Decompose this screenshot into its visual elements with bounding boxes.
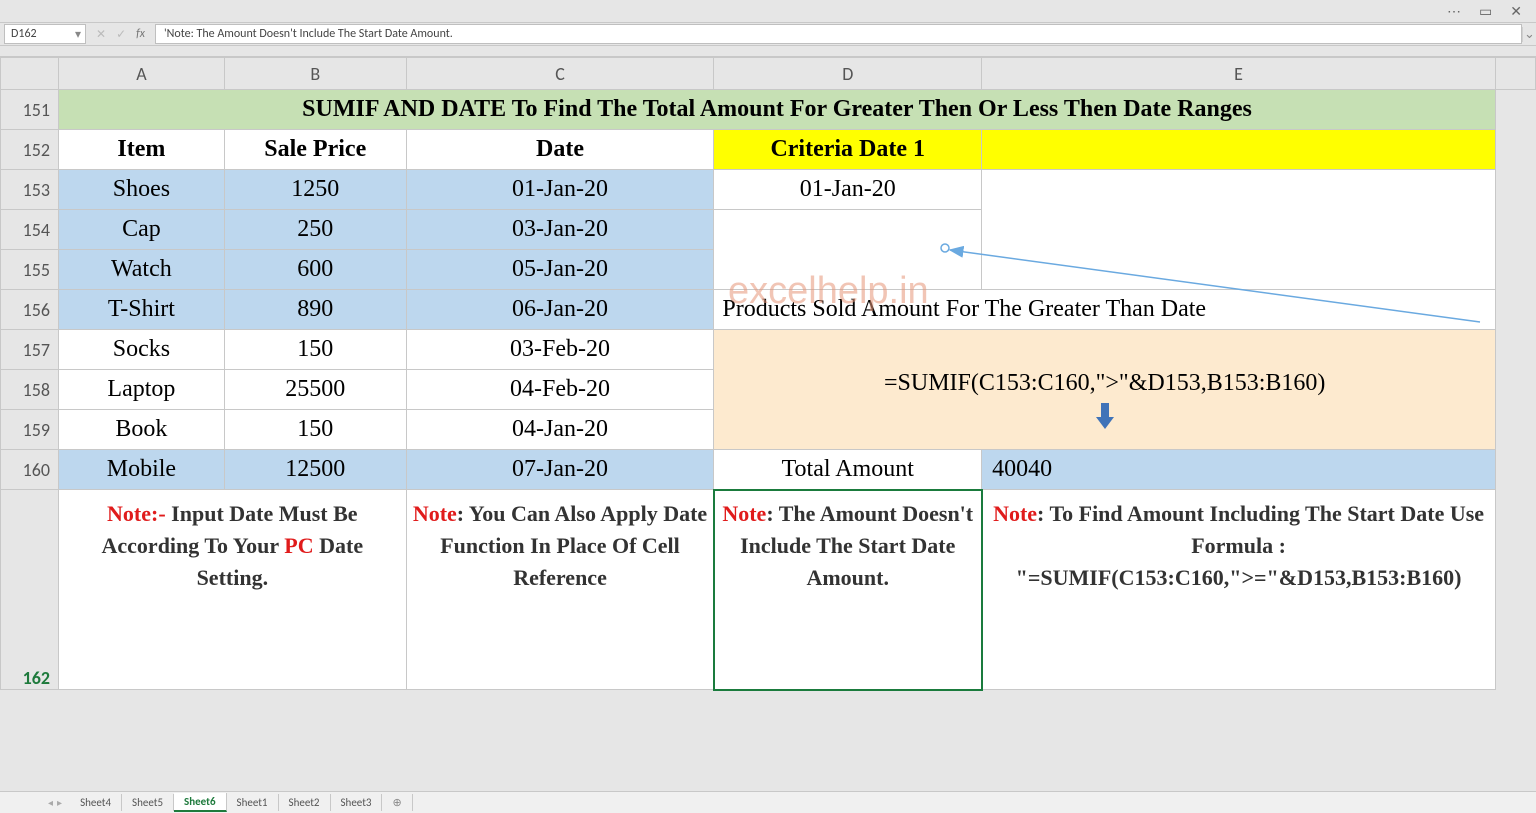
name-box[interactable]: D162 ▾: [4, 24, 86, 44]
cell-B153[interactable]: 1250: [224, 170, 406, 210]
row-header-158[interactable]: 158: [1, 370, 59, 410]
col-header-E[interactable]: E: [982, 58, 1496, 90]
cell-C158[interactable]: 04-Feb-20: [406, 370, 714, 410]
formula-display[interactable]: =SUMIF(C153:C160,">"&D153,B153:B160): [714, 330, 1496, 450]
name-box-dropdown-icon[interactable]: ▾: [75, 27, 81, 42]
ellipsis-icon[interactable]: ⋯: [1447, 3, 1461, 20]
note-E[interactable]: Note: To Find Amount Including The Start…: [982, 490, 1496, 690]
formula-input[interactable]: 'Note: The Amount Doesn't Include The St…: [155, 24, 1522, 44]
spreadsheet-grid[interactable]: A B C D E 151 SUMIF AND DATE To Find The…: [0, 57, 1536, 690]
cell-E153-empty[interactable]: [982, 170, 1496, 290]
row-header-154[interactable]: 154: [1, 210, 59, 250]
cell-A156[interactable]: T-Shirt: [58, 290, 224, 330]
formula-expand-icon[interactable]: ⌄: [1522, 27, 1536, 42]
cell-A155[interactable]: Watch: [58, 250, 224, 290]
cell-D153-criteria[interactable]: 01-Jan-20: [714, 170, 982, 210]
cell-B158[interactable]: 25500: [224, 370, 406, 410]
cell-C159[interactable]: 04-Jan-20: [406, 410, 714, 450]
label-greater-than[interactable]: Products Sold Amount For The Greater Tha…: [714, 290, 1496, 330]
cell-B157[interactable]: 150: [224, 330, 406, 370]
cell-C154[interactable]: 03-Jan-20: [406, 210, 714, 250]
fx-icon[interactable]: fx: [136, 27, 145, 41]
header-item[interactable]: Item: [58, 130, 224, 170]
tab-sheet3[interactable]: Sheet3: [331, 794, 383, 811]
cell-C155[interactable]: 05-Jan-20: [406, 250, 714, 290]
cell-C157[interactable]: 03-Feb-20: [406, 330, 714, 370]
cell-A159[interactable]: Book: [58, 410, 224, 450]
tab-add-button[interactable]: ⊕: [382, 794, 412, 811]
cell-C153[interactable]: 01-Jan-20: [406, 170, 714, 210]
header-e-blank[interactable]: [982, 130, 1496, 170]
formula-text: 'Note: The Amount Doesn't Include The St…: [164, 27, 453, 41]
row-header-159[interactable]: 159: [1, 410, 59, 450]
cancel-edit-icon[interactable]: ✕: [96, 27, 106, 42]
tab-sheet4[interactable]: Sheet4: [70, 794, 122, 811]
total-label[interactable]: Total Amount: [714, 450, 982, 490]
header-saleprice[interactable]: Sale Price: [224, 130, 406, 170]
header-criteria[interactable]: Criteria Date 1: [714, 130, 982, 170]
cell-A160[interactable]: Mobile: [58, 450, 224, 490]
row-header-162[interactable]: 162: [1, 490, 59, 690]
cell-C156[interactable]: 06-Jan-20: [406, 290, 714, 330]
close-icon[interactable]: ✕: [1510, 3, 1522, 20]
tab-nav-last-icon[interactable]: ▸: [57, 796, 62, 809]
header-date[interactable]: Date: [406, 130, 714, 170]
row-header-151[interactable]: 151: [1, 90, 59, 130]
cell-A158[interactable]: Laptop: [58, 370, 224, 410]
row-header-152[interactable]: 152: [1, 130, 59, 170]
col-header-C[interactable]: C: [406, 58, 714, 90]
tab-sheet6[interactable]: Sheet6: [174, 793, 227, 812]
row-header-155[interactable]: 155: [1, 250, 59, 290]
cell-B154[interactable]: 250: [224, 210, 406, 250]
row-header-153[interactable]: 153: [1, 170, 59, 210]
ribbon-toggle-icon[interactable]: ▭: [1479, 3, 1492, 20]
tab-sheet2[interactable]: Sheet2: [279, 794, 331, 811]
title-cell[interactable]: SUMIF AND DATE To Find The Total Amount …: [58, 90, 1495, 130]
cell-A154[interactable]: Cap: [58, 210, 224, 250]
cell-B159[interactable]: 150: [224, 410, 406, 450]
tab-nav-first-icon[interactable]: ◂: [48, 796, 53, 809]
col-header-A[interactable]: A: [58, 58, 224, 90]
select-all-corner[interactable]: [1, 58, 59, 90]
cell-A157[interactable]: Socks: [58, 330, 224, 370]
cell-C160[interactable]: 07-Jan-20: [406, 450, 714, 490]
sheet-tab-bar: ◂ ▸ Sheet4 Sheet5 Sheet6 Sheet1 Sheet2 S…: [0, 791, 1536, 813]
cell-A153[interactable]: Shoes: [58, 170, 224, 210]
down-arrow-icon: [1090, 401, 1120, 431]
note-C[interactable]: Note: You Can Also Apply Date Function I…: [406, 490, 714, 690]
col-header-D[interactable]: D: [714, 58, 982, 90]
total-value[interactable]: 40040: [982, 450, 1496, 490]
col-header-B[interactable]: B: [224, 58, 406, 90]
row-header-157[interactable]: 157: [1, 330, 59, 370]
formula-text: =SUMIF(C153:C160,">"&D153,B153:B160): [884, 370, 1325, 397]
cell-D154-empty[interactable]: [714, 210, 982, 290]
row-header-156[interactable]: 156: [1, 290, 59, 330]
note-AB[interactable]: Note:- Input Date Must Be According To Y…: [58, 490, 406, 690]
note-D[interactable]: Note: The Amount Doesn't Include The Sta…: [714, 490, 982, 690]
tab-sheet1[interactable]: Sheet1: [227, 794, 279, 811]
name-box-value: D162: [11, 27, 37, 41]
row-header-160[interactable]: 160: [1, 450, 59, 490]
tab-sheet5[interactable]: Sheet5: [122, 794, 174, 811]
cell-B155[interactable]: 600: [224, 250, 406, 290]
col-header-rest[interactable]: [1496, 58, 1536, 90]
confirm-edit-icon[interactable]: ✓: [116, 27, 126, 42]
cell-B156[interactable]: 890: [224, 290, 406, 330]
cell-B160[interactable]: 12500: [224, 450, 406, 490]
